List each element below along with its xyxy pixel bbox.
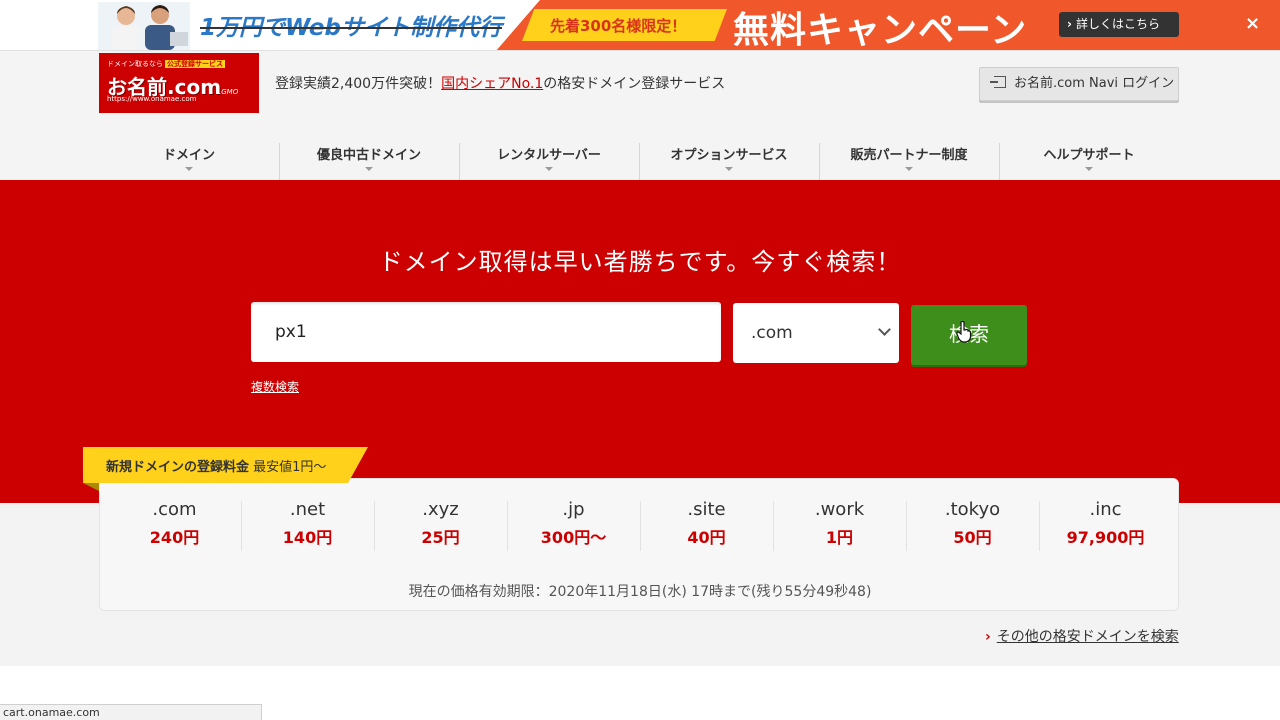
hand-cursor-icon	[956, 321, 972, 343]
site-header: ドメイン取るなら 公式登録サービス お名前.com .GMO https://ww…	[0, 50, 1280, 181]
tld-select-value: .com	[751, 323, 793, 343]
nav-item-used-domain[interactable]: 優良中古ドメイン	[279, 139, 459, 181]
header-tagline: 登録実績2,400万件突破！国内シェアNo.1の格安ドメイン登録サービス	[275, 76, 726, 92]
multi-search-link[interactable]: 複数検索	[251, 378, 299, 395]
nav-item-domain[interactable]: ドメイン	[99, 139, 279, 181]
tld-price-item[interactable]: .site 40円	[640, 491, 773, 551]
close-icon[interactable]: ×	[1245, 13, 1260, 34]
promo-banner[interactable]: 1万円でWebサイト制作代行 先着300名様限定！ 無料キャンペーン › 詳しくは…	[0, 0, 1280, 50]
nav-item-rental-server[interactable]: レンタルサーバー	[459, 139, 639, 181]
logo-top-text: ドメイン取るなら 公式登録サービス	[107, 60, 225, 68]
tld-price-item[interactable]: .xyz 25円	[374, 491, 507, 551]
navi-login-button[interactable]: お名前.com Navi ログイン	[979, 67, 1179, 101]
nav-item-option-service[interactable]: オプションサービス	[639, 139, 819, 181]
banner-limited-text: 先着300名様限定！	[550, 17, 687, 35]
logo-badge: 公式登録サービス	[165, 60, 225, 68]
hero-title: ドメイン取得は早い者勝ちです。今すぐ検索！	[378, 248, 902, 276]
price-panel: .com 240円 .net 140円 .xyz 25円 .jp 300円～ .site…	[99, 478, 1179, 611]
price-validity-text: 現在の価格有効期限：2020年11月18日(水) 17時まで(残り55分49秒4…	[408, 584, 872, 600]
domain-search-input[interactable]	[251, 302, 721, 362]
caret-down-icon	[725, 167, 733, 171]
navi-login-label: お名前.com Navi ログイン	[1014, 76, 1175, 91]
price-tag-title: 新規ドメインの登録料金	[106, 460, 250, 475]
tld-price-item[interactable]: .com 240円	[108, 491, 241, 551]
banner-people-image	[98, 2, 190, 50]
caret-down-icon	[365, 167, 373, 171]
login-icon	[990, 76, 1006, 88]
banner-campaign-text: 無料キャンペーン	[733, 10, 1028, 50]
nav-item-partner[interactable]: 販売パートナー制度	[819, 139, 999, 181]
tld-price-item[interactable]: .inc 97,900円	[1039, 491, 1172, 551]
nav-item-help[interactable]: ヘルプサポート	[999, 139, 1179, 181]
banner-old-price: 1万円でWebサイト制作代行	[200, 15, 502, 41]
caret-down-icon	[185, 167, 193, 171]
caret-down-icon	[905, 167, 913, 171]
banner-detail-button[interactable]: › 詳しくはこちら	[1059, 12, 1179, 37]
more-domains-label: その他の格安ドメインを検索	[996, 629, 1179, 645]
status-bar-url: cart.onamae.com	[0, 704, 262, 720]
tld-select[interactable]: .com	[733, 303, 899, 363]
price-tag-ribbon: 新規ドメインの登録料金 最安値1円～	[83, 447, 368, 483]
main-nav: ドメイン 優良中古ドメイン レンタルサーバー オプションサービス 販売パートナー…	[99, 139, 1179, 181]
chevron-down-icon	[878, 323, 891, 336]
logo-url: https://www.onamae.com	[107, 95, 197, 103]
caret-down-icon	[1085, 167, 1093, 171]
chevron-right-icon: ›	[985, 629, 991, 645]
site-logo[interactable]: ドメイン取るなら 公式登録サービス お名前.com .GMO https://ww…	[99, 53, 259, 113]
tld-price-item[interactable]: .net 140円	[241, 491, 374, 551]
banner-detail-label: 詳しくはこちら	[1075, 17, 1160, 31]
chevron-right-icon: ›	[1067, 17, 1072, 31]
caret-down-icon	[545, 167, 553, 171]
tld-price-item[interactable]: .jp 300円～	[507, 491, 640, 551]
price-tag-sub: 最安値1円～	[249, 460, 327, 475]
share-no1-link[interactable]: 国内シェアNo.1	[441, 76, 543, 92]
more-domains-link[interactable]: › その他の格安ドメインを検索	[985, 626, 1179, 646]
logo-gmo: .GMO	[219, 88, 239, 96]
banner-limited-badge: 先着300名様限定！	[522, 9, 727, 41]
tld-price-item[interactable]: .work 1円	[773, 491, 906, 551]
tld-price-row: .com 240円 .net 140円 .xyz 25円 .jp 300円～ .site…	[108, 491, 1172, 551]
tld-price-item[interactable]: .tokyo 50円	[906, 491, 1039, 551]
